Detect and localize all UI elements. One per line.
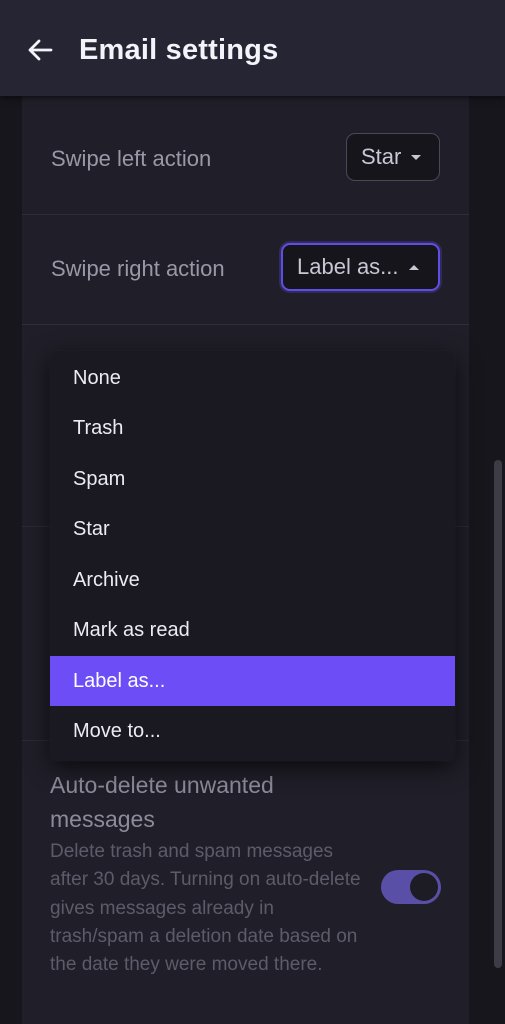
- page-title: Email settings: [79, 34, 279, 66]
- swipe-left-select[interactable]: Star: [346, 133, 440, 181]
- swipe-right-row: Swipe right action Label as...: [22, 214, 469, 325]
- caret-down-icon: [411, 154, 422, 160]
- swipe-left-label: Swipe left action: [51, 146, 212, 171]
- menu-item-move-to[interactable]: Move to...: [50, 706, 455, 756]
- menu-item-label-as[interactable]: Label as...: [50, 656, 455, 706]
- app-bar: Email settings: [0, 0, 505, 96]
- arrow-left-icon: [28, 39, 53, 61]
- toggle-knob: [410, 873, 438, 901]
- back-button[interactable]: [20, 30, 60, 70]
- caret-up-icon: [408, 264, 419, 270]
- swipe-right-select[interactable]: Label as...: [281, 243, 440, 291]
- auto-delete-toggle[interactable]: [381, 870, 441, 904]
- swipe-right-value: Label as...: [297, 254, 399, 279]
- menu-item-archive[interactable]: Archive: [50, 555, 455, 605]
- swipe-left-row: Swipe left action Star: [22, 104, 469, 215]
- background-strip-left: [0, 96, 22, 1024]
- menu-item-none[interactable]: None: [50, 353, 455, 403]
- swipe-action-dropdown: None Trash Spam Star Archive Mark as rea…: [50, 351, 455, 761]
- menu-item-trash[interactable]: Trash: [50, 403, 455, 453]
- swipe-right-label: Swipe right action: [51, 256, 225, 281]
- scrollbar[interactable]: [494, 460, 502, 968]
- menu-item-star[interactable]: Star: [50, 504, 455, 554]
- menu-item-spam[interactable]: Spam: [50, 454, 455, 504]
- auto-delete-description: Delete trash and spam messages after 30 …: [50, 841, 361, 976]
- auto-delete-title: Auto-delete unwanted messages: [50, 772, 274, 832]
- menu-item-mark-as-read[interactable]: Mark as read: [50, 605, 455, 655]
- swipe-left-value: Star: [361, 144, 402, 169]
